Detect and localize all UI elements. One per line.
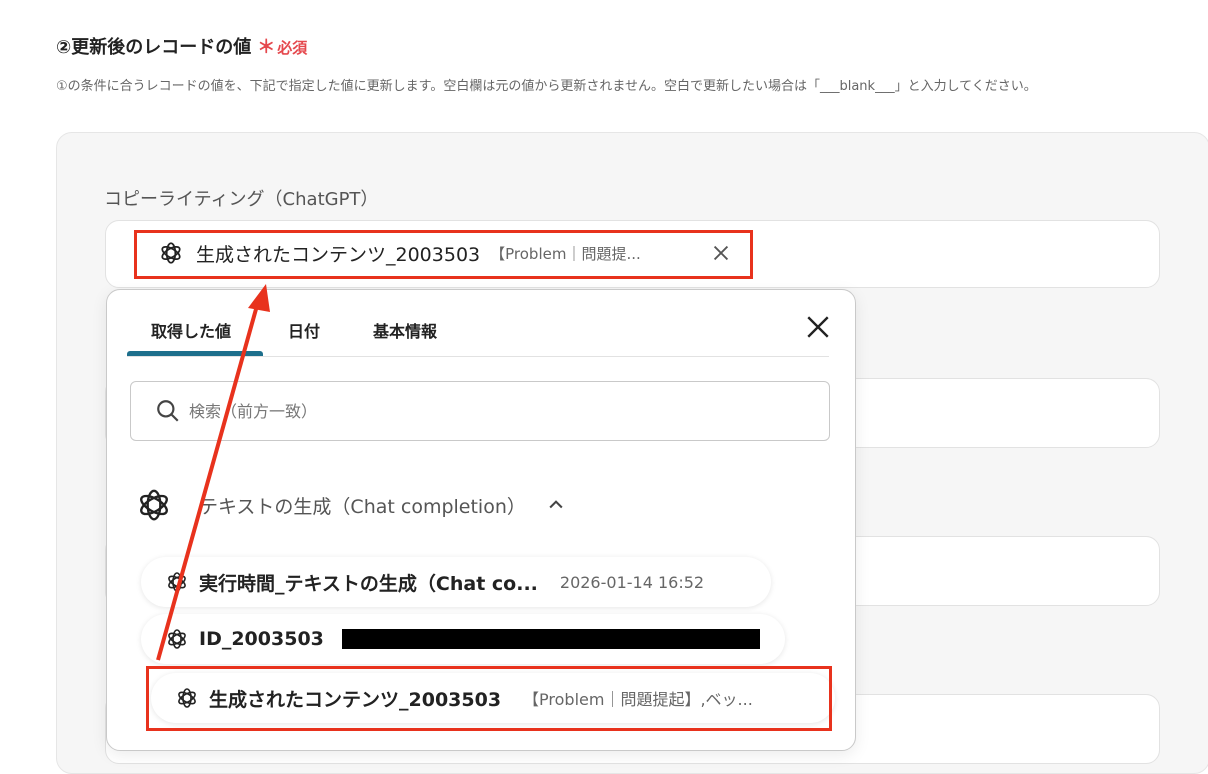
openai-icon <box>168 629 186 649</box>
annotation-highlight-chip <box>134 230 753 279</box>
required-text: 必須 <box>277 39 308 57</box>
group-title: テキストの生成（Chat completion） <box>199 495 526 518</box>
field-label: コピーライティング（ChatGPT） <box>104 189 379 210</box>
tab-bar: 取得した値 日付 基本情報 <box>127 290 829 357</box>
tab-date[interactable]: 日付 <box>288 318 320 342</box>
section-description: ①の条件に合うレコードの値を、下記で指定した値に更新します。空白欄は元の値から更… <box>56 79 1037 94</box>
redacted-value <box>341 629 760 649</box>
list-item[interactable]: ID_2003503 <box>141 614 785 664</box>
openai-icon <box>140 489 168 521</box>
chevron-up-icon[interactable] <box>546 495 566 515</box>
item-value: 2026-01-14 16:52 <box>559 572 705 592</box>
tab-basic-info[interactable]: 基本情報 <box>373 318 437 342</box>
item-label: ID_2003503 <box>199 628 324 650</box>
search-input[interactable] <box>187 400 791 422</box>
group-header[interactable]: テキストの生成（Chat completion） <box>135 486 566 524</box>
list-item[interactable]: 実行時間_テキストの生成（Chat co... 2026-01-14 16:52 <box>141 557 771 607</box>
required-mark: ＊ <box>257 37 276 58</box>
tab-retrieved-values[interactable]: 取得した値 <box>151 318 231 342</box>
section-title: ②更新後のレコードの値＊必須 <box>56 33 307 59</box>
openai-icon <box>168 572 186 592</box>
search-icon <box>157 400 179 422</box>
annotation-highlight-item <box>146 666 832 731</box>
section-title-text: ②更新後のレコードの値 <box>56 37 252 58</box>
active-tab-indicator <box>127 351 263 356</box>
close-icon[interactable] <box>805 314 831 340</box>
search-field[interactable] <box>130 381 830 441</box>
item-label: 実行時間_テキストの生成（Chat co... <box>199 572 538 595</box>
